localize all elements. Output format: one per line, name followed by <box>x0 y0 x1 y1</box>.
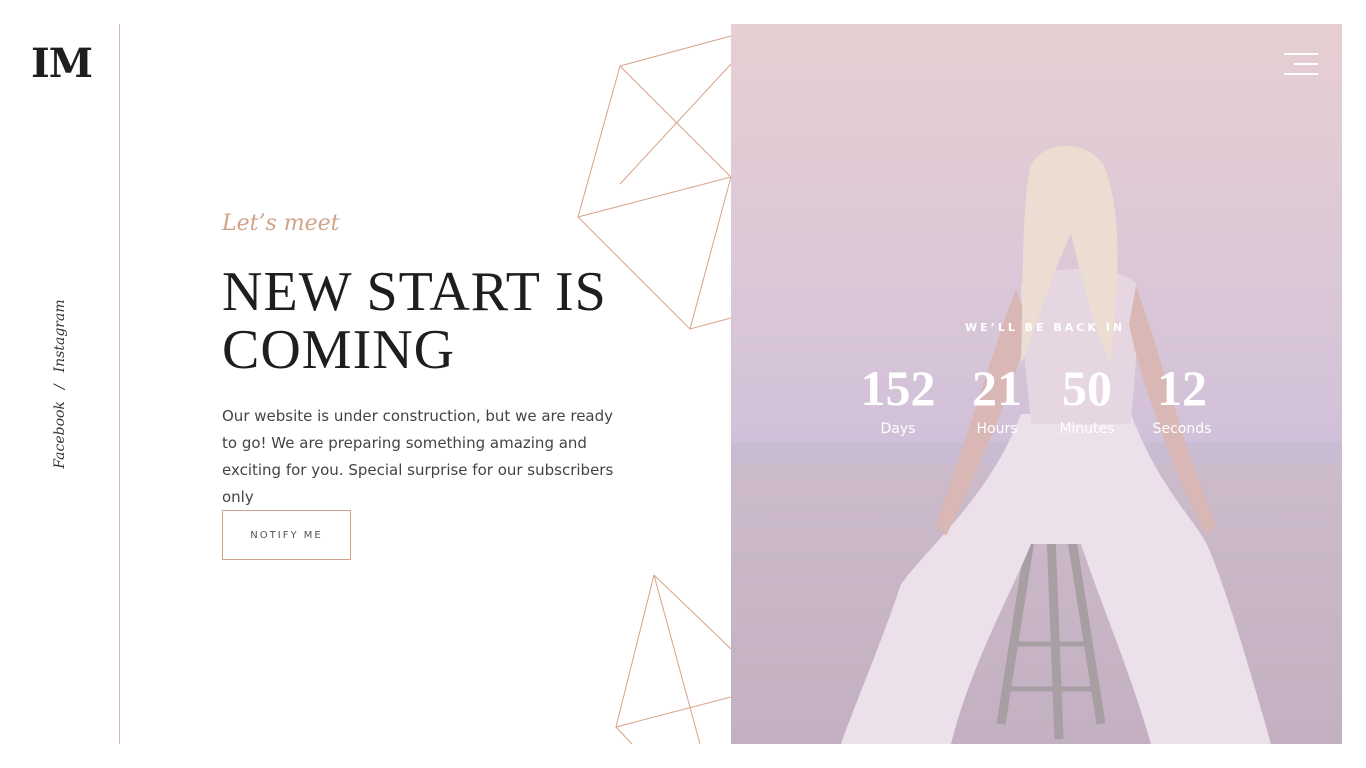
headline-line-1: NEW START IS <box>222 261 607 323</box>
instagram-link[interactable]: Instagram <box>52 299 68 372</box>
minutes-label: Minutes <box>1059 421 1115 437</box>
description: Our website is under construction, but w… <box>222 407 614 506</box>
logo[interactable]: IM <box>31 42 93 86</box>
countdown-label: WE’LL BE BACK IN <box>965 321 1126 334</box>
countdown-seconds: 12 Seconds <box>1153 362 1212 439</box>
eyebrow-text: Let’s meet <box>222 211 340 236</box>
social-separator: / <box>52 384 68 390</box>
seconds-label: Seconds <box>1152 421 1212 437</box>
sidebar-divider <box>119 24 120 744</box>
facebook-link[interactable]: Facebook <box>52 401 68 469</box>
days-value: 152 <box>860 360 936 416</box>
hamburger-menu-icon[interactable] <box>1282 53 1318 75</box>
countdown-days: 152 Days <box>861 362 936 439</box>
countdown-hours: 21 Hours <box>972 362 1022 439</box>
hours-value: 21 <box>972 360 1022 416</box>
headline-line-2: COMING <box>222 319 456 381</box>
countdown-minutes: 50 Minutes <box>1059 362 1114 439</box>
hero-photo: WE’LL BE BACK IN 152 Days 21 Hours 50 Mi… <box>731 24 1342 744</box>
minutes-value: 50 <box>1062 360 1112 416</box>
days-label: Days <box>880 421 916 437</box>
page-title: NEW START IS COMING <box>222 263 652 379</box>
beach-photo-illustration <box>731 145 1342 744</box>
notify-me-button[interactable]: NOTIFY ME <box>222 510 351 560</box>
hero-section: Let’s meet NEW START IS COMING Our websi… <box>222 205 652 511</box>
seconds-value: 12 <box>1156 360 1207 416</box>
social-links: Facebook / Instagram <box>52 299 68 468</box>
hours-label: Hours <box>976 421 1018 437</box>
